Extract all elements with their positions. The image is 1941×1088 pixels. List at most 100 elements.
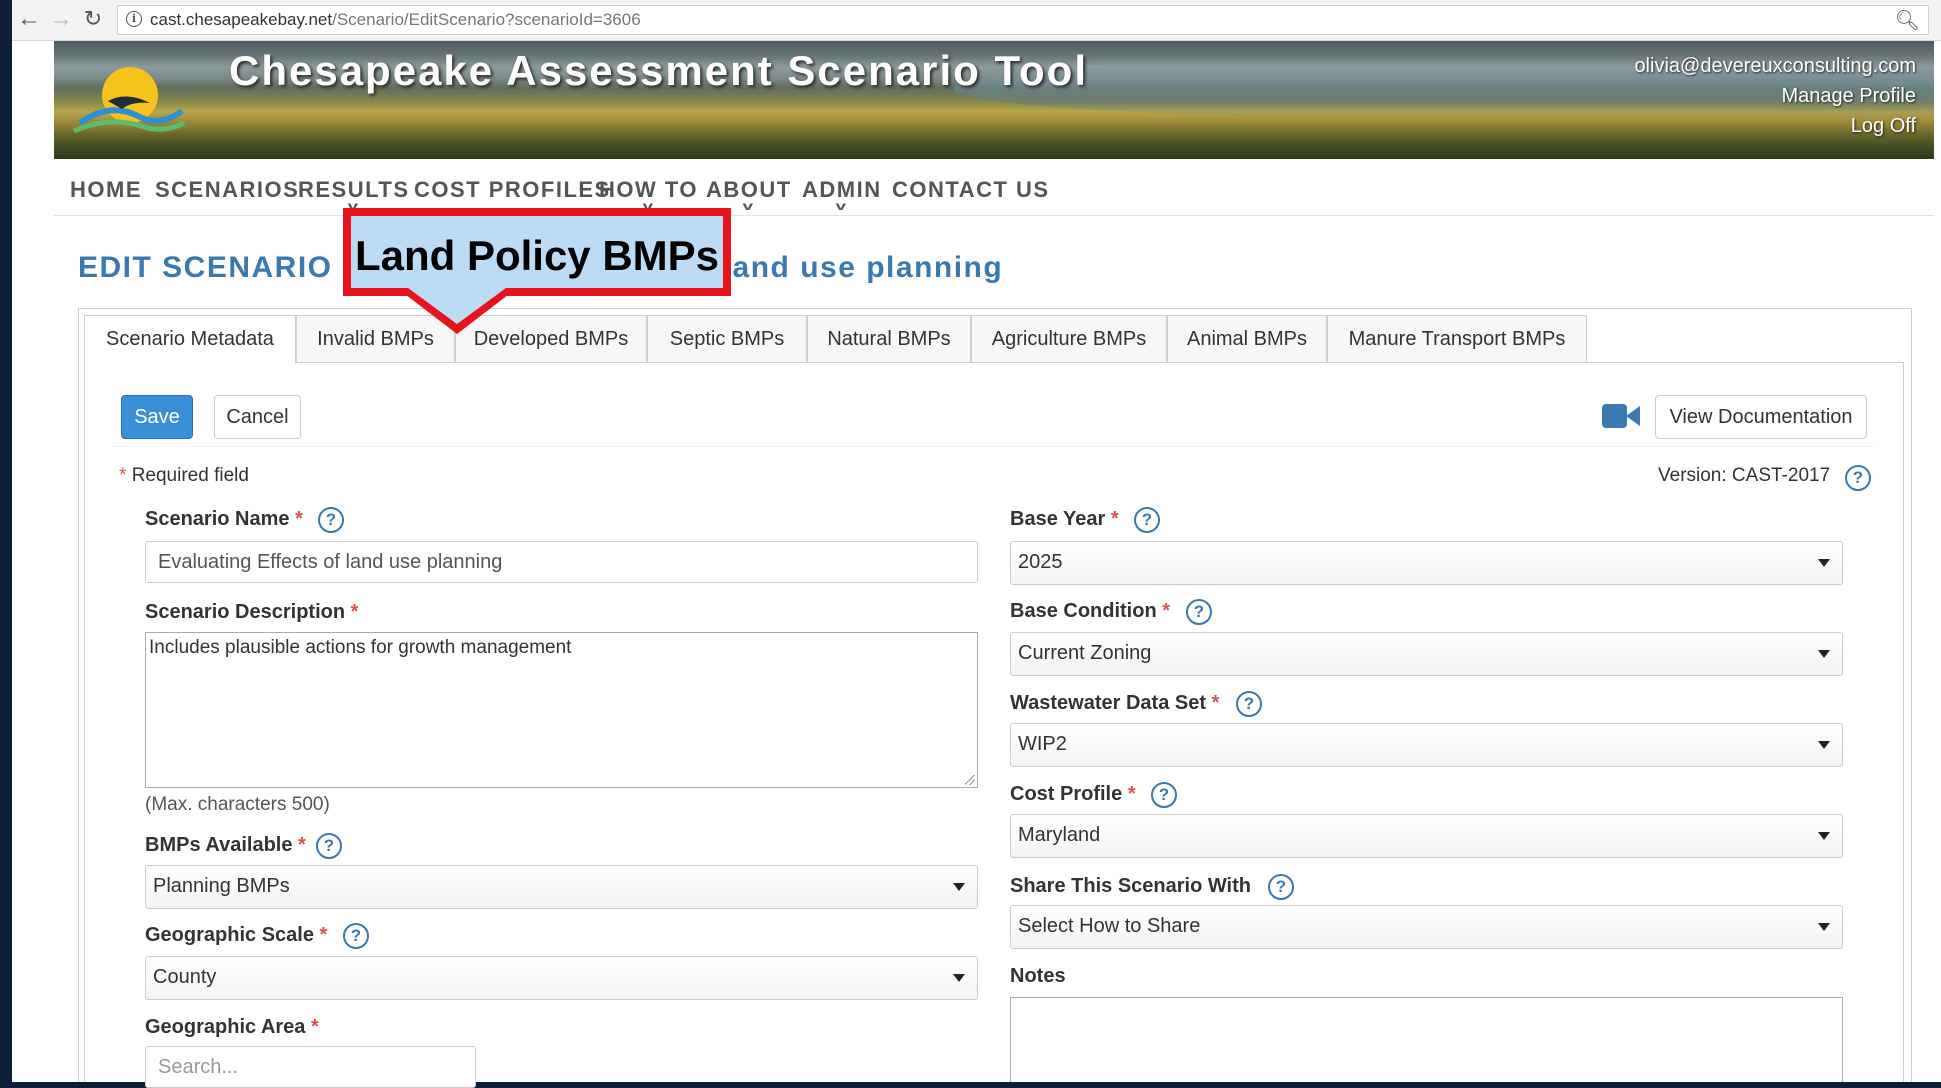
share-scenario-select[interactable]: Select How to Share xyxy=(1010,905,1843,949)
required-note-text: Required field xyxy=(131,465,249,486)
forward-arrow-icon[interactable]: → xyxy=(46,4,76,34)
user-email-link[interactable]: olivia@devereuxconsulting.com xyxy=(1634,51,1916,81)
dropdown-arrow-icon xyxy=(1818,559,1830,567)
notes-label: Notes xyxy=(1010,965,1066,987)
log-off-link[interactable]: Log Off xyxy=(1634,111,1916,141)
resize-handle-icon[interactable] xyxy=(965,775,975,785)
main-nav: HOME SCENARIOS RESULTS v COST PROFILES HO… xyxy=(54,159,1934,216)
help-icon[interactable]: ? xyxy=(1151,782,1177,808)
scenario-description-text: Includes plausible actions for growth ma… xyxy=(149,637,572,658)
tab-agriculture-bmps[interactable]: Agriculture BMPs xyxy=(971,315,1167,363)
notes-textarea[interactable] xyxy=(1010,997,1843,1082)
nav-admin[interactable]: ADMIN v xyxy=(802,177,882,213)
base-condition-select[interactable]: Current Zoning xyxy=(1010,632,1843,676)
user-links: olivia@devereuxconsulting.com Manage Pro… xyxy=(1634,51,1916,141)
help-icon[interactable]: ? xyxy=(1845,465,1871,491)
help-icon[interactable]: ? xyxy=(316,833,342,859)
tab-bar: Scenario Metadata Invalid BMPs Developed… xyxy=(84,315,1904,364)
nav-contact-us[interactable]: CONTACT US xyxy=(892,177,1050,203)
address-bar: ← → ↻ i cast.chesapeakebay.net/Scenario/… xyxy=(12,0,1941,41)
info-icon[interactable]: i xyxy=(126,11,142,27)
chevron-down-icon: v xyxy=(742,199,756,213)
toolbar-divider xyxy=(113,446,1873,447)
bmps-available-label-text: BMPs Available xyxy=(145,834,293,856)
nav-scenarios[interactable]: SCENARIOS xyxy=(155,177,299,203)
cost-profile-value: Maryland xyxy=(1018,824,1101,846)
dropdown-arrow-icon xyxy=(1818,832,1830,840)
nav-about[interactable]: ABOUT v xyxy=(706,177,792,213)
cancel-button[interactable]: Cancel xyxy=(214,395,301,439)
help-icon[interactable]: ? xyxy=(318,507,344,533)
base-year-label-text: Base Year xyxy=(1010,508,1106,530)
back-arrow-icon[interactable]: ← xyxy=(14,4,44,34)
geographic-area-label-text: Geographic Area xyxy=(145,1016,306,1038)
tab-natural-bmps[interactable]: Natural BMPs xyxy=(807,315,971,363)
dropdown-arrow-icon xyxy=(953,883,965,891)
callout-pointer-fill xyxy=(408,288,506,324)
dropdown-arrow-icon xyxy=(953,974,965,982)
url-domain: cast.chesapeakebay.net xyxy=(150,10,333,29)
required-marker: * xyxy=(1110,508,1119,530)
reload-icon[interactable]: ↻ xyxy=(78,4,108,34)
wastewater-data-set-label-text: Wastewater Data Set xyxy=(1010,692,1206,714)
nav-how-to[interactable]: HOW TO v xyxy=(599,177,698,213)
help-icon[interactable]: ? xyxy=(1236,691,1262,717)
required-marker: * xyxy=(350,601,359,623)
bmps-available-select[interactable]: Planning BMPs xyxy=(145,865,978,909)
scenario-description-textarea[interactable]: Includes plausible actions for growth ma… xyxy=(145,632,978,788)
geographic-area-label: Geographic Area * xyxy=(145,1016,319,1039)
dropdown-arrow-icon xyxy=(1818,650,1830,658)
tab-manure-transport-bmps[interactable]: Manure Transport BMPs xyxy=(1327,315,1587,363)
dropdown-arrow-icon xyxy=(1818,923,1830,931)
base-year-value: 2025 xyxy=(1018,551,1063,573)
dropdown-arrow-icon xyxy=(1818,741,1830,749)
required-marker: * xyxy=(295,508,303,530)
required-marker: * xyxy=(1127,783,1136,805)
scenario-name-input[interactable]: Evaluating Effects of land use planning xyxy=(145,541,978,583)
base-year-label: Base Year * xyxy=(1010,508,1119,531)
share-scenario-value: Select How to Share xyxy=(1018,915,1201,937)
required-marker: * xyxy=(1162,600,1171,622)
tab-animal-bmps[interactable]: Animal BMPs xyxy=(1167,315,1327,363)
geographic-scale-label: Geographic Scale * xyxy=(145,924,327,947)
geographic-scale-value: County xyxy=(153,966,217,988)
chevron-down-icon: v xyxy=(835,199,849,213)
version-label: Version: CAST-2017 xyxy=(1658,465,1831,486)
help-icon[interactable]: ? xyxy=(1268,874,1294,900)
bmps-available-value: Planning BMPs xyxy=(153,875,290,897)
geographic-scale-select[interactable]: County xyxy=(145,956,978,1000)
required-marker: * xyxy=(310,1016,319,1038)
base-condition-value: Current Zoning xyxy=(1018,642,1152,664)
cost-profile-label-text: Cost Profile xyxy=(1010,783,1123,805)
max-characters-note: (Max. characters 500) xyxy=(145,794,330,815)
wastewater-data-set-value: WIP2 xyxy=(1018,733,1067,755)
cost-profile-select[interactable]: Maryland xyxy=(1010,814,1843,858)
help-icon[interactable]: ? xyxy=(1134,507,1160,533)
video-camera-icon[interactable] xyxy=(1602,403,1640,429)
share-scenario-label: Share This Scenario With xyxy=(1010,875,1251,897)
manage-profile-link[interactable]: Manage Profile xyxy=(1634,81,1916,111)
help-icon[interactable]: ? xyxy=(343,923,369,949)
help-icon[interactable]: ? xyxy=(1186,599,1212,625)
required-note: * Required field xyxy=(119,465,249,487)
wastewater-data-set-select[interactable]: WIP2 xyxy=(1010,723,1843,767)
url-path: /Scenario/EditScenario?scenarioId=3606 xyxy=(332,10,641,29)
site-title: Chesapeake Assessment Scenario Tool xyxy=(229,47,1088,94)
scenario-name-label-text: Scenario Name xyxy=(145,508,290,530)
nav-results[interactable]: RESULTS v xyxy=(298,177,410,213)
scenario-description-label: Scenario Description * xyxy=(145,601,358,624)
view-documentation-button[interactable]: View Documentation xyxy=(1655,395,1867,439)
nav-cost-profiles[interactable]: COST PROFILES xyxy=(414,177,611,203)
save-button[interactable]: Save xyxy=(121,395,193,439)
base-year-select[interactable]: 2025 xyxy=(1010,541,1843,585)
tab-scenario-metadata[interactable]: Scenario Metadata xyxy=(84,315,296,364)
required-marker: * xyxy=(119,465,127,486)
tab-septic-bmps[interactable]: Septic BMPs xyxy=(647,315,807,363)
nav-home[interactable]: HOME xyxy=(70,177,142,203)
url-text: cast.chesapeakebay.net/Scenario/EditScen… xyxy=(150,10,641,30)
url-field[interactable]: i cast.chesapeakebay.net/Scenario/EditSc… xyxy=(117,5,1929,35)
page-title-left: EDIT SCENARIO xyxy=(78,251,333,284)
zoom-icon[interactable]: 🔍︎ xyxy=(1895,8,1920,33)
scenario-name-label: Scenario Name * xyxy=(145,508,303,531)
header-banner: Chesapeake Assessment Scenario Tool oliv… xyxy=(54,41,1934,159)
